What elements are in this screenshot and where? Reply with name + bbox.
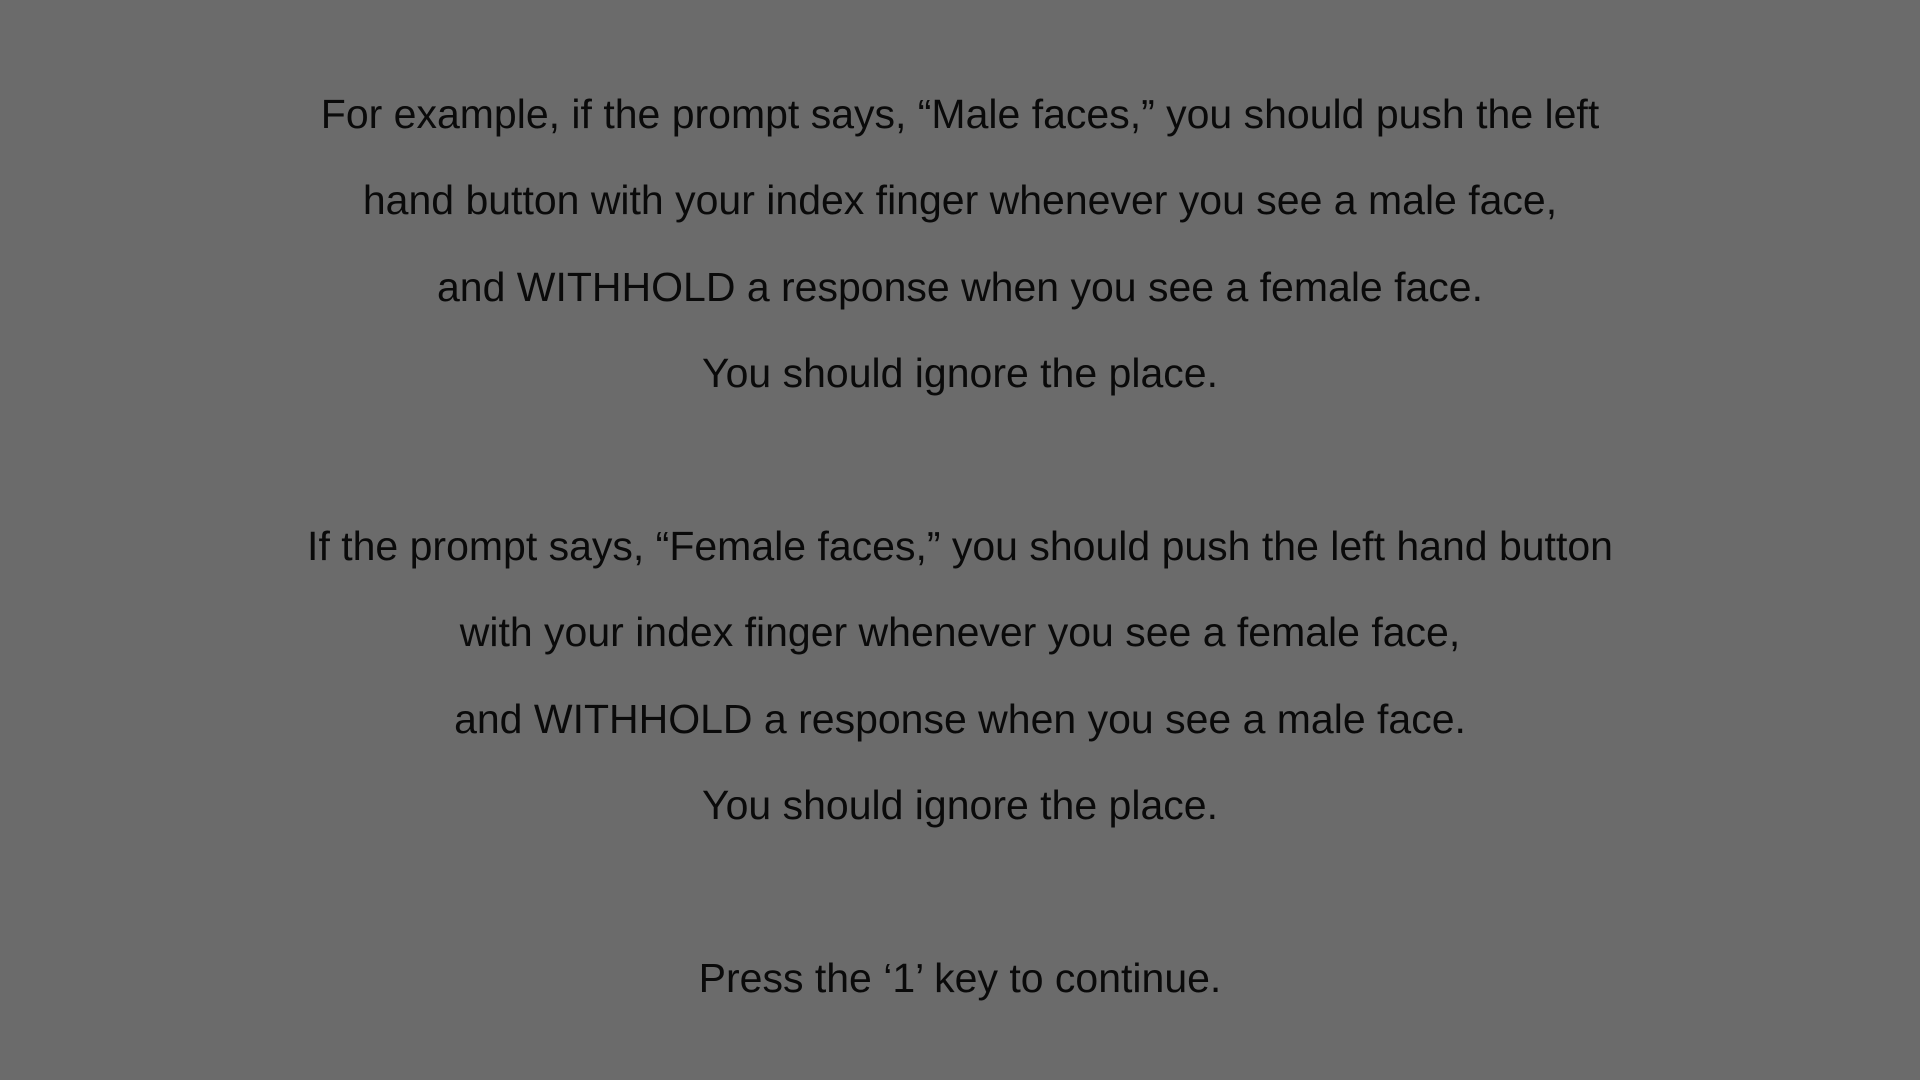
instruction-line: and WITHHOLD a response when you see a m… (454, 696, 1466, 742)
instruction-line: with your index finger whenever you see … (459, 609, 1461, 655)
instruction-line: You should ignore the place. (702, 782, 1218, 828)
instruction-line: If the prompt says, “Female faces,” you … (307, 523, 1613, 569)
instruction-line: and WITHHOLD a response when you see a f… (436, 264, 1484, 310)
instruction-line: hand button with your index finger whene… (362, 177, 1558, 223)
instruction-screen: For example, if the prompt says, “Male f… (0, 0, 1920, 1080)
instruction-line: You should ignore the place. (702, 350, 1218, 396)
instruction-line: For example, if the prompt says, “Male f… (320, 91, 1600, 137)
continue-prompt: Press the ‘1’ key to continue. (698, 955, 1222, 1001)
